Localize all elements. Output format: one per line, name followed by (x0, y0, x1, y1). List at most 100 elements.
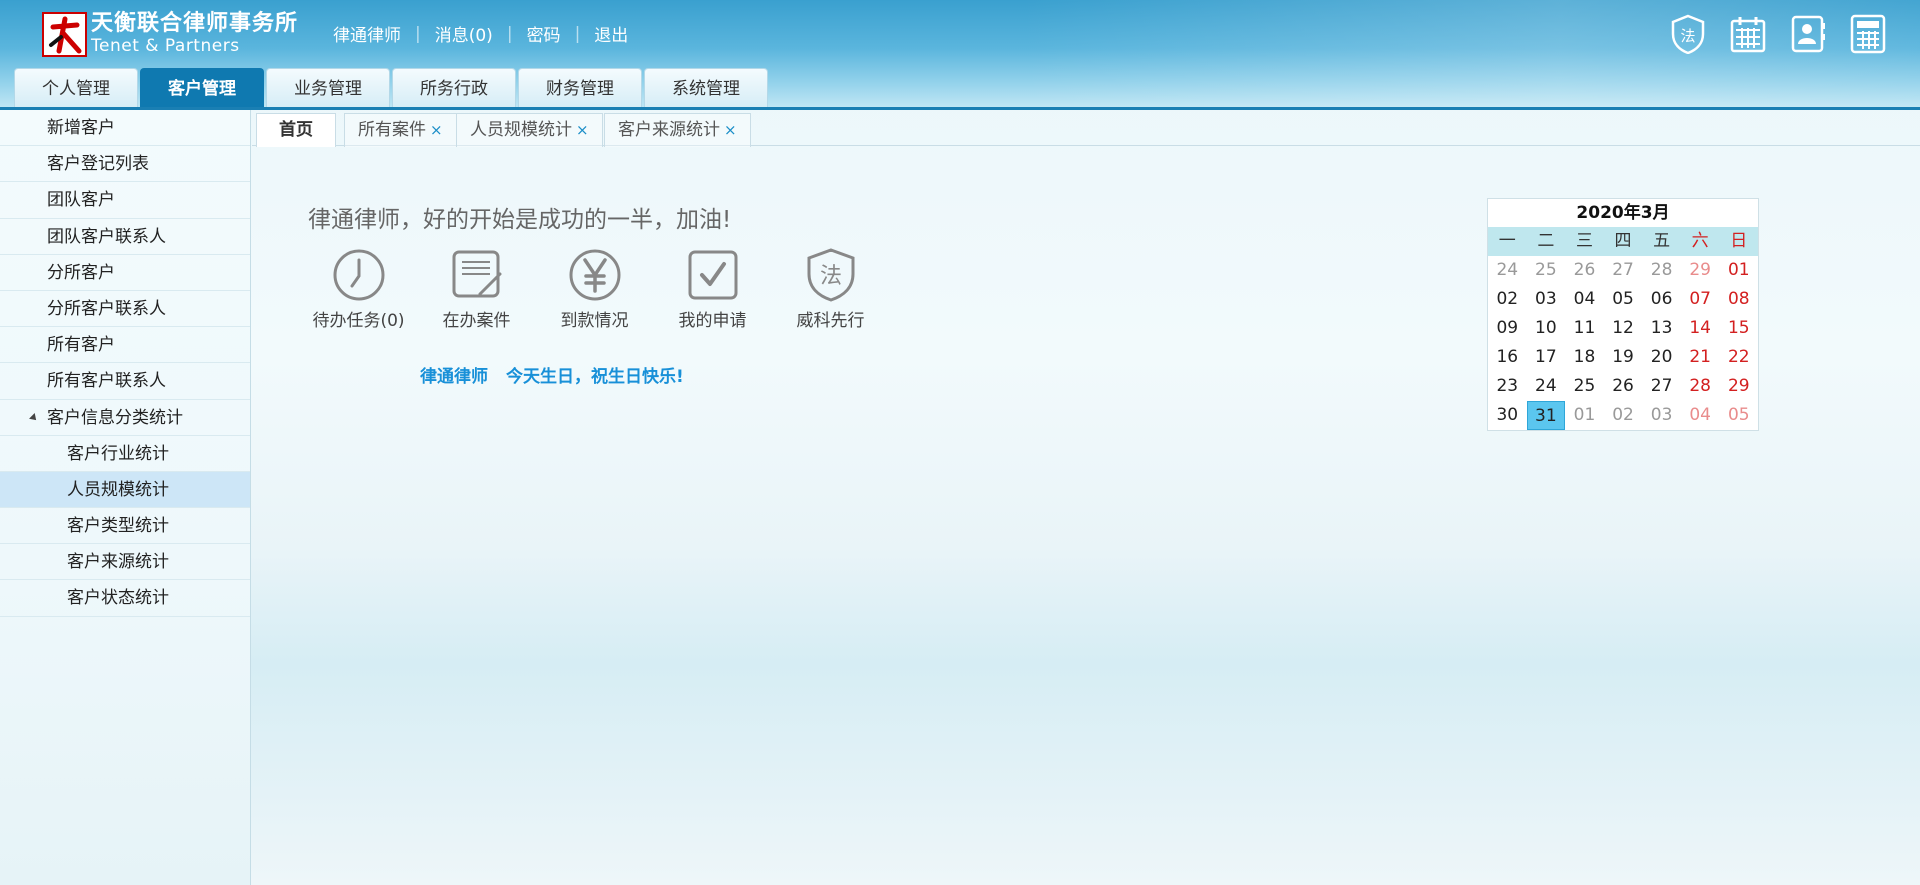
calendar-day[interactable]: 29 (1681, 256, 1720, 285)
quick-link-todo[interactable]: 待办任务(0) (308, 248, 409, 331)
divider: | (415, 23, 421, 44)
calendar-day[interactable]: 28 (1681, 372, 1720, 401)
sidebar-item-staff-size-stats[interactable]: 人员规模统计 (0, 471, 250, 509)
sidebar-item-status-stats[interactable]: 客户状态统计 (0, 580, 250, 617)
calendar-day[interactable]: 30 (1488, 401, 1527, 430)
contacts-icon[interactable] (1788, 14, 1828, 54)
calendar-day[interactable]: 27 (1642, 372, 1681, 401)
tab-source-stats[interactable]: 客户来源统计 × (604, 113, 751, 147)
calendar-day-today[interactable]: 31 (1526, 401, 1566, 430)
sidebar-item-source-stats[interactable]: 客户来源统计 (0, 544, 250, 581)
calendar-day[interactable]: 03 (1642, 401, 1681, 430)
sidebar-item-team-contacts[interactable]: 团队客户联系人 (0, 219, 250, 255)
calendar-day[interactable]: 12 (1604, 314, 1643, 343)
calendar-day[interactable]: 10 (1527, 314, 1566, 343)
sidebar-item-all-contacts[interactable]: 所有客户联系人 (0, 363, 250, 400)
calendar-day[interactable]: 11 (1565, 314, 1604, 343)
main-tab-system[interactable]: 系统管理 (644, 68, 768, 107)
sidebar-item-industry-stats[interactable]: 客户行业统计 (0, 436, 250, 472)
close-icon[interactable]: × (430, 121, 443, 139)
calendar-day[interactable]: 22 (1719, 343, 1758, 372)
calendar-day[interactable]: 27 (1604, 256, 1643, 285)
weekday-label: 日 (1730, 231, 1748, 251)
calendar-day[interactable]: 05 (1604, 285, 1643, 314)
close-icon[interactable]: × (724, 121, 737, 139)
sidebar-item-all-clients[interactable]: 所有客户 (0, 327, 250, 364)
calendar-icon[interactable] (1728, 14, 1768, 54)
calendar-day[interactable]: 21 (1681, 343, 1720, 372)
calendar-day[interactable]: 02 (1488, 285, 1527, 314)
calendar-day[interactable]: 19 (1604, 343, 1643, 372)
calendar-day[interactable]: 05 (1719, 401, 1758, 430)
calendar-day[interactable]: 09 (1488, 314, 1527, 343)
calendar-day[interactable]: 08 (1719, 285, 1758, 314)
quick-link-payments[interactable]: 到款情况 (544, 248, 645, 331)
weekday-label: 五 (1653, 231, 1671, 251)
sidebar-item-client-registry[interactable]: 客户登记列表 (0, 146, 250, 183)
calendar-day[interactable]: 20 (1642, 343, 1681, 372)
calendar-day[interactable]: 28 (1642, 256, 1681, 285)
main-tab-clients[interactable]: 客户管理 (140, 68, 264, 107)
calendar-day[interactable]: 18 (1565, 343, 1604, 372)
calendar-day[interactable]: 24 (1527, 372, 1566, 401)
quick-link-wolters-kluwer[interactable]: 法 威科先行 (780, 248, 881, 331)
quick-link-label: 到款情况 (560, 311, 629, 331)
user-link[interactable]: 律通律师 (333, 21, 401, 46)
calendar-day[interactable]: 01 (1565, 401, 1604, 430)
close-icon[interactable]: × (576, 121, 589, 139)
svg-text:法: 法 (819, 264, 841, 289)
sidebar-group-statistics[interactable]: 客户信息分类统计 (0, 400, 250, 436)
quick-link-label: 我的申请 (678, 311, 747, 331)
divider: | (574, 23, 581, 44)
calendar-day[interactable]: 06 (1642, 285, 1681, 314)
calendar-day[interactable]: 01 (1719, 256, 1758, 285)
calendar-day[interactable]: 26 (1565, 256, 1604, 285)
main-tab-finance[interactable]: 财务管理 (518, 68, 642, 107)
quick-link-my-applications[interactable]: 我的申请 (662, 248, 763, 331)
tab-home[interactable]: 首页 (256, 113, 336, 147)
calendar-day[interactable]: 16 (1488, 343, 1527, 372)
sidebar-item-branch-clients[interactable]: 分所客户 (0, 255, 250, 291)
main-tab-personal[interactable]: 个人管理 (14, 68, 138, 107)
content-tab-bar: 首页 所有案件 × 人员规模统计 × 客户来源统计 × (252, 110, 1920, 147)
svg-text:法: 法 (1680, 27, 1695, 45)
birthday-name: 律通律师 (420, 367, 488, 387)
calendar-day[interactable]: 07 (1681, 285, 1720, 314)
law-shield-icon[interactable]: 法 (1668, 14, 1708, 54)
sidebar-item-team-clients[interactable]: 团队客户 (0, 182, 250, 219)
password-link[interactable]: 密码 (527, 21, 561, 46)
sidebar-item-branch-contacts[interactable]: 分所客户联系人 (0, 291, 250, 328)
main-tab-business[interactable]: 业务管理 (266, 68, 390, 107)
logout-link[interactable]: 退出 (594, 21, 628, 46)
logo-title: 天衡联合律师事务所 (91, 11, 299, 36)
sidebar-item-new-client[interactable]: 新增客户 (0, 110, 250, 147)
calendar-day[interactable]: 04 (1681, 401, 1720, 430)
quick-link-label: 待办任务(0) (312, 311, 405, 331)
messages-link[interactable]: 消息(0) (435, 21, 493, 46)
tab-all-cases[interactable]: 所有案件 × (344, 113, 457, 147)
calendar-day[interactable]: 17 (1527, 343, 1566, 372)
calendar-day[interactable]: 04 (1565, 285, 1604, 314)
calendar-day[interactable]: 02 (1604, 401, 1643, 430)
calendar-day[interactable]: 29 (1719, 372, 1758, 401)
calendar-day[interactable]: 25 (1527, 256, 1566, 285)
calendar-week-row: 16 17 18 19 20 21 22 (1488, 343, 1758, 372)
yen-icon (569, 249, 620, 301)
weekday-label: 三 (1575, 231, 1593, 251)
tab-staff-size-stats[interactable]: 人员规模统计 × (456, 113, 603, 147)
calendar-day[interactable]: 24 (1488, 256, 1527, 285)
calendar-day[interactable]: 14 (1681, 314, 1720, 343)
clock-icon (333, 249, 384, 301)
calendar-day[interactable]: 25 (1565, 372, 1604, 401)
quick-link-active-cases[interactable]: 在办案件 (426, 248, 527, 331)
main-tab-administration[interactable]: 所务行政 (392, 68, 516, 107)
calendar-day[interactable]: 26 (1604, 372, 1643, 401)
sidebar-item-type-stats[interactable]: 客户类型统计 (0, 508, 250, 545)
logo: 天衡联合律师事务所 Tenet & Partners (42, 12, 298, 57)
calendar-day[interactable]: 23 (1488, 372, 1527, 401)
calculator-icon[interactable] (1848, 14, 1888, 54)
calendar-day[interactable]: 15 (1719, 314, 1758, 343)
sidebar-group-label: 客户信息分类统计 (47, 407, 183, 428)
calendar-day[interactable]: 13 (1642, 314, 1681, 343)
calendar-day[interactable]: 03 (1527, 285, 1566, 314)
